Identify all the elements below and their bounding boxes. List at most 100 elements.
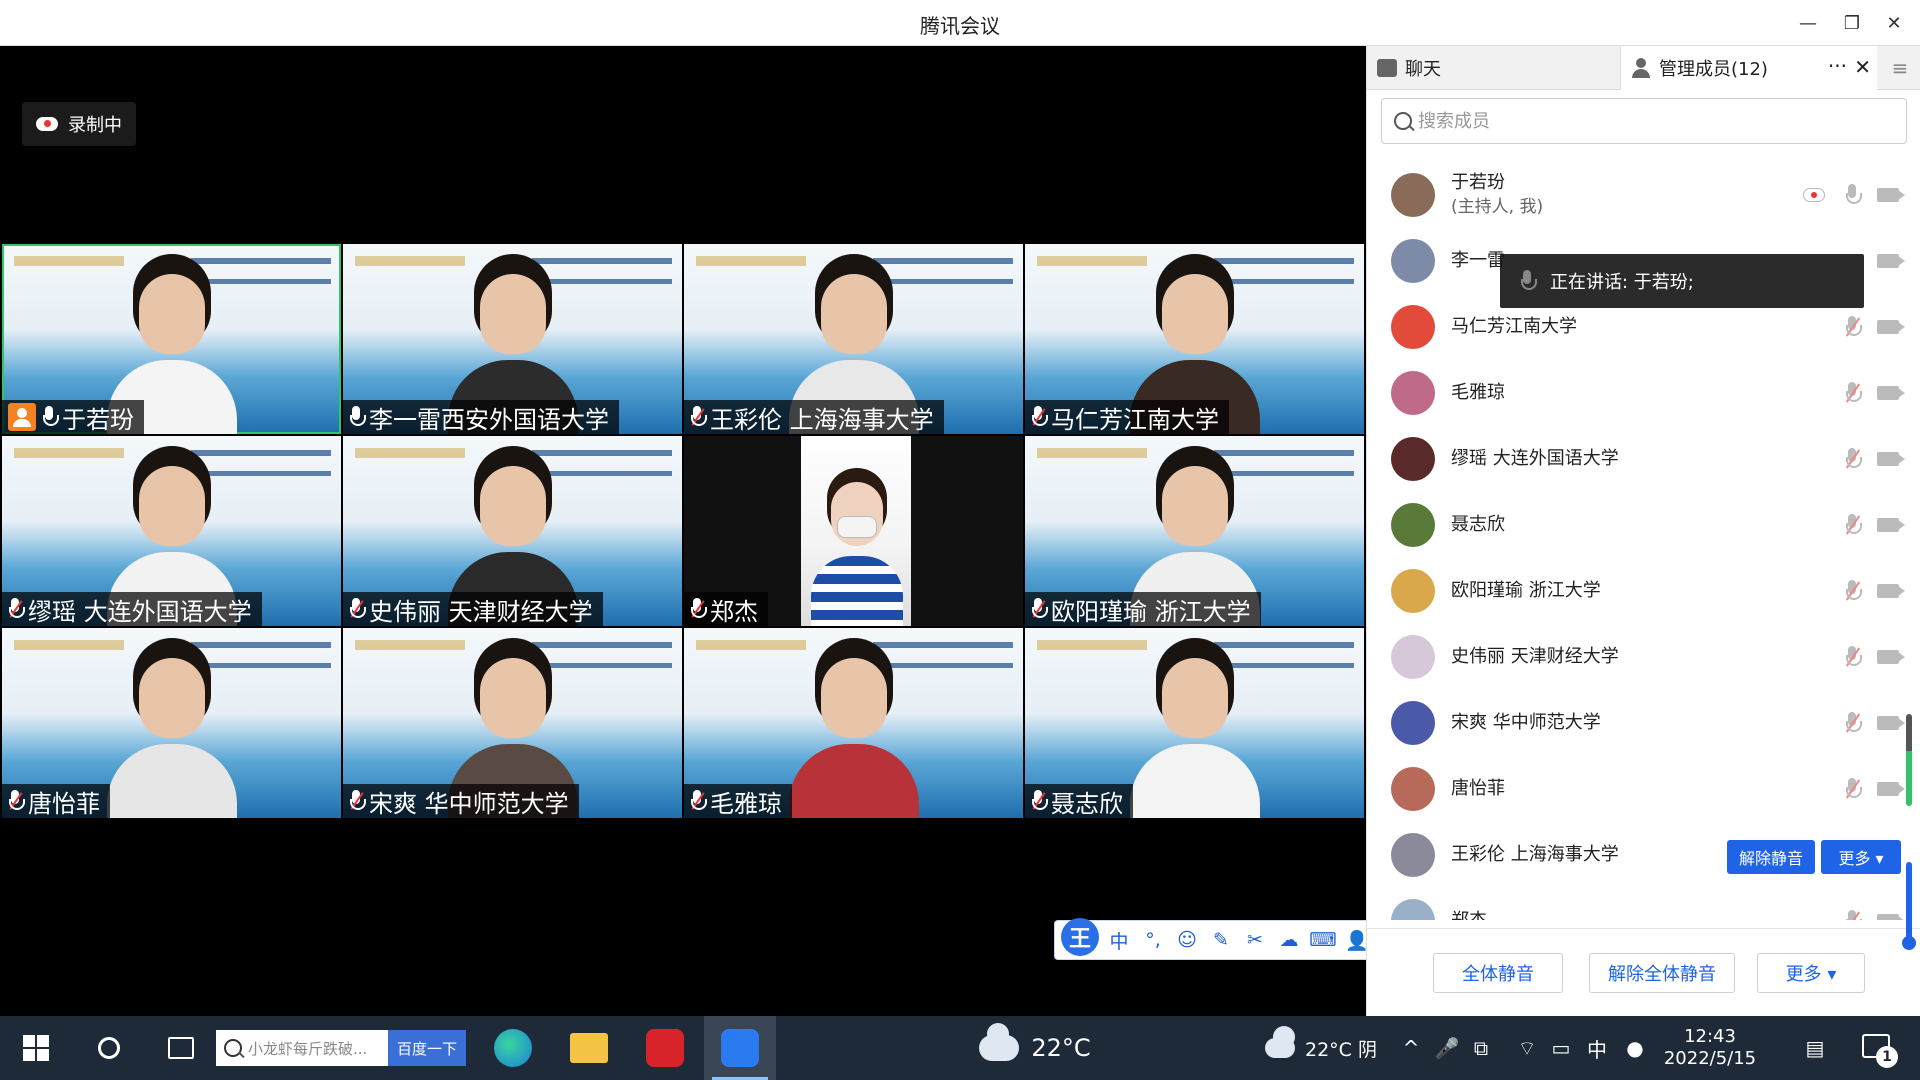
wifi-icon[interactable]: ⌔ (1512, 1016, 1542, 1080)
ime-mode-button[interactable]: 中 (1105, 926, 1133, 954)
camera-icon[interactable] (1877, 716, 1905, 730)
member-row[interactable]: 欧阳瑾瑜 浙江大学 (1367, 558, 1920, 624)
unmute-all-button[interactable]: 解除全体静音 (1589, 953, 1735, 993)
tray-weather[interactable]: 22°C 阴 (1256, 1016, 1386, 1080)
menu-icon[interactable]: ≡ (1885, 56, 1915, 80)
member-row[interactable]: 史伟丽 天津财经大学 (1367, 624, 1920, 690)
mic-muted-icon[interactable] (1845, 448, 1862, 470)
ime-pen-icon[interactable]: ✎ (1207, 926, 1235, 954)
member-row[interactable]: 缪瑶 大连外国语大学 (1367, 426, 1920, 492)
camera-icon[interactable] (1877, 386, 1905, 400)
wps-icon (646, 1029, 684, 1067)
file-explorer-app[interactable] (554, 1016, 624, 1080)
video-tile[interactable]: 聂志欣 (1025, 628, 1364, 818)
clock[interactable]: 12:43 2022/5/15 (1650, 1026, 1770, 1070)
ime-indicator[interactable]: 中 (1580, 1016, 1614, 1080)
mic-muted-icon[interactable] (1845, 646, 1862, 668)
close-window-button[interactable]: ✕ (1876, 8, 1912, 38)
camera-icon[interactable] (1877, 452, 1905, 466)
tencent-meeting-icon (721, 1029, 759, 1067)
video-tile[interactable]: 史伟丽 天津财经大学 (343, 436, 682, 626)
ime-punctuation-icon[interactable]: °, (1139, 926, 1167, 954)
taskbar-search[interactable]: 小龙虾每斤跌破... (216, 1030, 388, 1066)
avatar (1391, 173, 1435, 217)
camera-icon[interactable] (1877, 584, 1905, 598)
microphone-icon[interactable]: 🎤 (1432, 1016, 1462, 1080)
minimize-button[interactable]: — (1790, 8, 1826, 38)
video-tile[interactable]: 毛雅琼 (684, 628, 1023, 818)
video-tile[interactable]: 马仁芳江南大学 (1025, 244, 1364, 434)
more-options-icon[interactable]: ··· (1828, 54, 1847, 78)
camera-icon[interactable] (1877, 254, 1905, 268)
member-name: 于若玢 (1451, 172, 1505, 193)
mic-muted-icon[interactable] (1845, 382, 1862, 404)
screen-capture-icon[interactable]: ⧉ (1466, 1016, 1496, 1080)
close-panel-icon[interactable]: ✕ (1854, 55, 1871, 79)
volume-level-slider[interactable] (1902, 862, 1916, 950)
camera-icon[interactable] (1877, 650, 1905, 664)
camera-icon[interactable] (1877, 188, 1905, 202)
restore-button[interactable]: ❐ (1834, 8, 1870, 38)
scrollbar[interactable] (1906, 714, 1912, 806)
mic-muted-icon (1031, 598, 1048, 620)
camera-icon[interactable] (1877, 914, 1905, 920)
video-tile[interactable]: 缪瑶 大连外国语大学 (2, 436, 341, 626)
member-row[interactable]: 聂志欣 (1367, 492, 1920, 558)
ime-logo-icon[interactable]: 王 (1061, 918, 1099, 956)
unmute-member-button[interactable]: 解除静音 (1727, 840, 1815, 874)
task-view-button[interactable] (146, 1016, 216, 1080)
battery-icon[interactable]: ▭ (1546, 1016, 1576, 1080)
member-row[interactable]: 毛雅琼 (1367, 360, 1920, 426)
footer-more-button[interactable]: 更多 ▾ (1757, 953, 1865, 993)
recording-indicator[interactable]: 录制中 (22, 102, 136, 146)
mic-muted-icon[interactable] (1845, 712, 1862, 734)
member-row[interactable]: 唐怡菲 (1367, 756, 1920, 822)
chevron-up-icon[interactable]: ^ (1396, 1016, 1426, 1080)
video-tile[interactable]: 郑杰 (684, 436, 1023, 626)
member-name: 史伟丽 天津财经大学 (1451, 646, 1619, 667)
member-name: 欧阳瑾瑜 浙江大学 (1451, 580, 1601, 601)
mic-muted-icon (690, 598, 707, 620)
tab-members[interactable]: 管理成员(12) ··· ✕ (1621, 46, 1877, 90)
cortana-button[interactable] (74, 1016, 144, 1080)
video-tile[interactable]: 唐怡菲 (2, 628, 341, 818)
video-tile[interactable]: 欧阳瑾瑜 浙江大学 (1025, 436, 1364, 626)
ime-keyboard-icon[interactable]: ⌨ (1309, 926, 1337, 954)
mic-muted-icon[interactable] (1845, 778, 1862, 800)
mic-muted-icon[interactable] (1845, 316, 1862, 338)
baidu-search-button[interactable]: 百度一下 (388, 1030, 466, 1066)
sogou-icon[interactable]: ● (1620, 1016, 1650, 1080)
ime-scissors-icon[interactable]: ✂ (1241, 926, 1269, 954)
wps-app[interactable] (630, 1016, 700, 1080)
member-row[interactable]: 郑杰 (1367, 888, 1920, 920)
member-row[interactable]: 于若玢 (主持人, 我) (1367, 162, 1920, 228)
mute-all-button[interactable]: 全体静音 (1433, 953, 1563, 993)
start-button[interactable] (0, 1016, 72, 1080)
edge-app[interactable] (478, 1016, 548, 1080)
tencent-meeting-app[interactable] (704, 1016, 776, 1080)
ime-emoji-icon[interactable]: ☺ (1173, 926, 1201, 954)
tab-chat[interactable]: 聊天 (1367, 46, 1621, 90)
video-tile[interactable]: 于若玢 (2, 244, 341, 434)
member-row[interactable]: 王彩伦 上海海事大学 解除静音 更多 ▾ (1367, 822, 1920, 888)
camera-icon[interactable] (1877, 782, 1905, 796)
video-tile[interactable]: 李一雷西安外国语大学 (343, 244, 682, 434)
mic-muted-icon (690, 406, 707, 428)
ime-cloud-icon[interactable]: ☁ (1275, 926, 1303, 954)
mic-muted-icon[interactable] (1845, 580, 1862, 602)
member-row[interactable]: 宋爽 华中师范大学 (1367, 690, 1920, 756)
chat-bubble-icon[interactable]: ▤ (1798, 1016, 1832, 1080)
member-search[interactable] (1381, 98, 1907, 144)
member-search-input[interactable] (1418, 110, 1898, 132)
mic-muted-icon[interactable] (1845, 910, 1862, 920)
member-more-button[interactable]: 更多 ▾ (1821, 840, 1901, 874)
mic-muted-icon[interactable] (1845, 514, 1862, 536)
weather-widget[interactable]: 22°C (960, 1016, 1110, 1080)
video-tile[interactable]: 王彩伦 上海海事大学 (684, 244, 1023, 434)
camera-icon[interactable] (1877, 518, 1905, 532)
participant-name: 李一雷西安外国语大学 (369, 405, 609, 434)
mic-icon[interactable] (1845, 184, 1862, 206)
avatar (1391, 701, 1435, 745)
camera-icon[interactable] (1877, 320, 1905, 334)
video-tile[interactable]: 宋爽 华中师范大学 (343, 628, 682, 818)
